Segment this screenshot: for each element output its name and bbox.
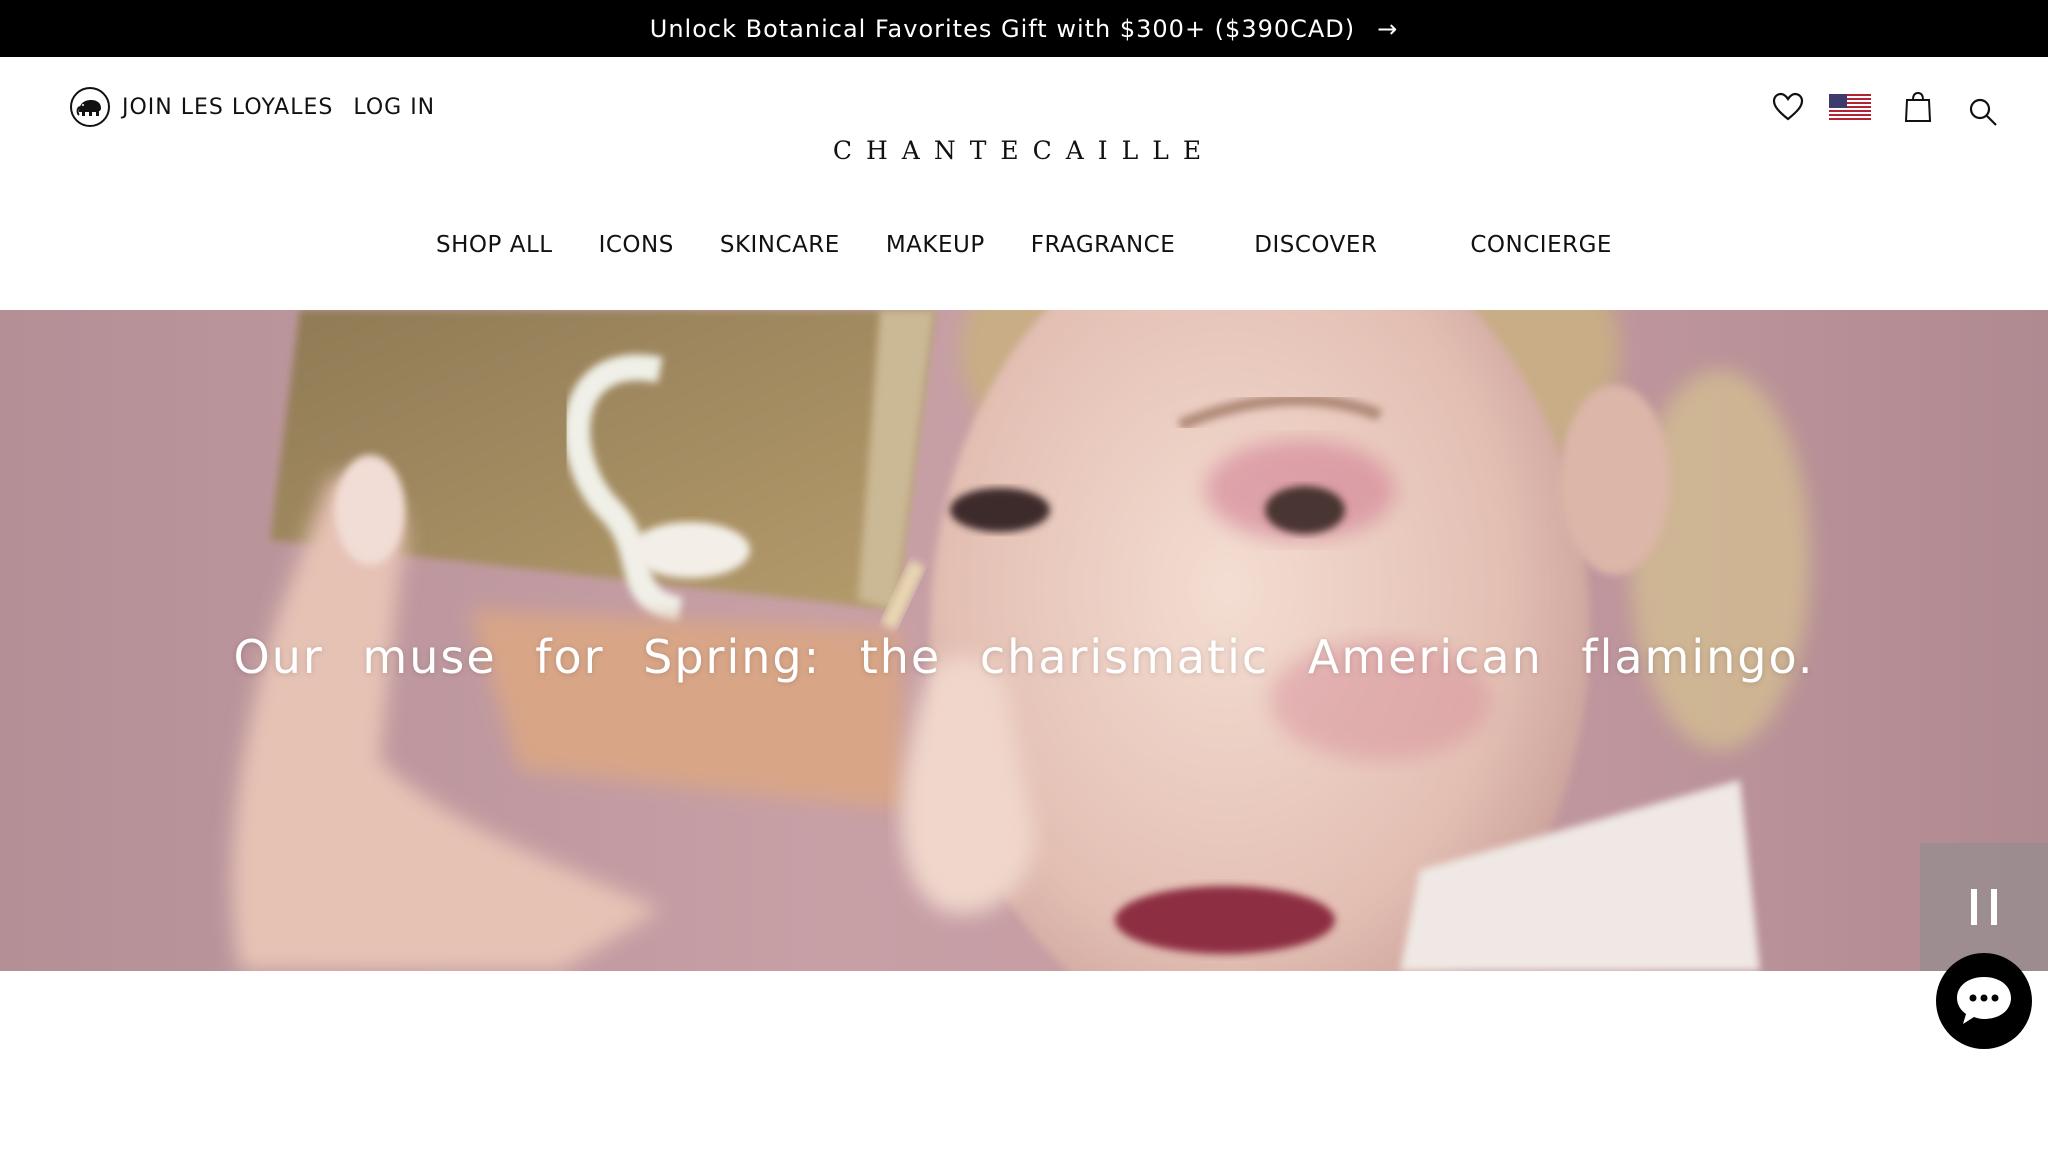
pause-icon bbox=[1971, 889, 1977, 925]
us-flag-icon[interactable] bbox=[1829, 94, 1871, 120]
chat-button[interactable] bbox=[1936, 953, 2032, 1049]
hero-tagline: Our muse for Spring: the charismatic Ame… bbox=[233, 630, 1815, 684]
promo-banner[interactable]: Unlock Botanical Favorites Gift with $30… bbox=[0, 0, 2048, 57]
log-in-link[interactable]: LOG IN bbox=[353, 95, 435, 120]
shopping-bag-icon[interactable] bbox=[1904, 91, 1932, 123]
nav-skincare[interactable]: SKINCARE bbox=[720, 232, 840, 258]
nav-fragrance[interactable]: FRAGRANCE bbox=[1031, 232, 1176, 258]
brand-logo[interactable]: CHANTECAILLE bbox=[0, 136, 2048, 165]
nav-concierge[interactable]: CONCIERGE bbox=[1470, 232, 1612, 258]
utility-icons bbox=[1772, 87, 1998, 127]
pause-icon-bar bbox=[1991, 889, 1997, 925]
nav-discover[interactable]: DISCOVER bbox=[1254, 232, 1377, 258]
main-navigation: SHOP ALL ICONS SKINCARE MAKEUP FRAGRANCE… bbox=[0, 232, 2048, 258]
arrow-right-icon[interactable]: → bbox=[1377, 15, 1398, 43]
account-links: JOIN LES LOYALES LOG IN bbox=[70, 87, 455, 127]
nav-makeup[interactable]: MAKEUP bbox=[886, 232, 985, 258]
search-icon[interactable] bbox=[1968, 87, 1998, 127]
elephant-icon[interactable] bbox=[70, 87, 110, 127]
join-les-loyales-link[interactable]: JOIN LES LOYALES bbox=[122, 95, 333, 120]
pause-button[interactable] bbox=[1920, 843, 2048, 971]
nav-shop-all[interactable]: SHOP ALL bbox=[436, 232, 553, 258]
chat-bubble-icon bbox=[1957, 977, 2011, 1024]
heart-icon[interactable] bbox=[1772, 92, 1804, 122]
nav-icons[interactable]: ICONS bbox=[599, 232, 674, 258]
promo-text[interactable]: Unlock Botanical Favorites Gift with $30… bbox=[650, 15, 1355, 43]
hero-video[interactable]: Our muse for Spring: the charismatic Ame… bbox=[0, 310, 2048, 971]
site-header: JOIN LES LOYALES LOG IN CHANTECAILLE SHO… bbox=[0, 57, 2048, 310]
